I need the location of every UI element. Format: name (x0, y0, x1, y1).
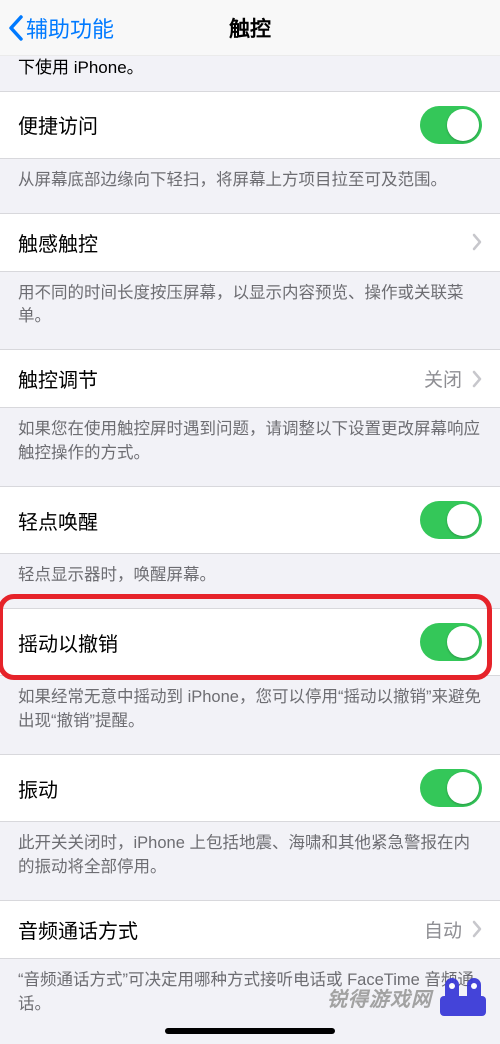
nav-bar: 辅助功能 触控 (0, 0, 500, 56)
reachability-caption: 从屏幕底部边缘向下轻扫，将屏幕上方项目拉至可及范围。 (0, 159, 500, 213)
chevron-left-icon (8, 15, 24, 41)
chevron-right-icon (472, 920, 482, 938)
tap-to-wake-label: 轻点唤醒 (18, 506, 98, 535)
watermark-text: 锐得游戏网 (327, 983, 432, 1012)
chevron-right-icon (472, 233, 482, 251)
tap-to-wake-caption: 轻点显示器时，唤醒屏幕。 (0, 554, 500, 608)
gamepad-icon (440, 978, 486, 1016)
call-audio-routing-label: 音频通话方式 (18, 915, 138, 944)
watermark: 锐得游戏网 (327, 978, 486, 1016)
content-scroll[interactable]: 下使用 iPhone。 便捷访问 从屏幕底部边缘向下轻扫，将屏幕上方项目拉至可及… (0, 56, 500, 1044)
tap-to-wake-toggle[interactable] (420, 501, 482, 539)
shake-to-undo-row[interactable]: 摇动以撤销 (0, 608, 500, 676)
tap-to-wake-row[interactable]: 轻点唤醒 (0, 486, 500, 554)
touch-accommodation-label: 触控调节 (18, 364, 98, 393)
reachability-toggle[interactable] (420, 106, 482, 144)
call-audio-routing-row[interactable]: 音频通话方式 自动 (0, 900, 500, 959)
reachability-label: 便捷访问 (18, 110, 98, 139)
partial-caption: 下使用 iPhone。 (0, 56, 500, 91)
haptic-touch-caption: 用不同的时间长度按压屏幕，以显示内容预览、操作或关联菜单。 (0, 272, 500, 350)
call-audio-routing-value: 自动 (424, 916, 462, 943)
back-button[interactable]: 辅助功能 (0, 12, 114, 44)
touch-accommodation-caption: 如果您在使用触控屏时遇到问题，请调整以下设置更改屏幕响应触控操作的方式。 (0, 408, 500, 486)
home-indicator[interactable] (165, 1028, 335, 1034)
vibration-caption: 此开关关闭时，iPhone 上包括地震、海啸和其他紧急警报在内的振动将全部停用。 (0, 822, 500, 900)
shake-to-undo-label: 摇动以撤销 (18, 628, 118, 657)
touch-accommodation-row[interactable]: 触控调节 关闭 (0, 349, 500, 408)
vibration-label: 振动 (18, 774, 58, 803)
haptic-touch-row[interactable]: 触感触控 (0, 213, 500, 272)
shake-to-undo-caption: 如果经常无意中摇动到 iPhone，您可以停用“摇动以撤销”来避免出现“撤销”提… (0, 676, 500, 754)
touch-accommodation-value: 关闭 (424, 365, 462, 392)
shake-to-undo-toggle[interactable] (420, 623, 482, 661)
vibration-row[interactable]: 振动 (0, 754, 500, 822)
haptic-touch-label: 触感触控 (18, 228, 98, 257)
chevron-right-icon (472, 370, 482, 388)
reachability-row[interactable]: 便捷访问 (0, 91, 500, 159)
back-label: 辅助功能 (26, 12, 114, 44)
vibration-toggle[interactable] (420, 769, 482, 807)
